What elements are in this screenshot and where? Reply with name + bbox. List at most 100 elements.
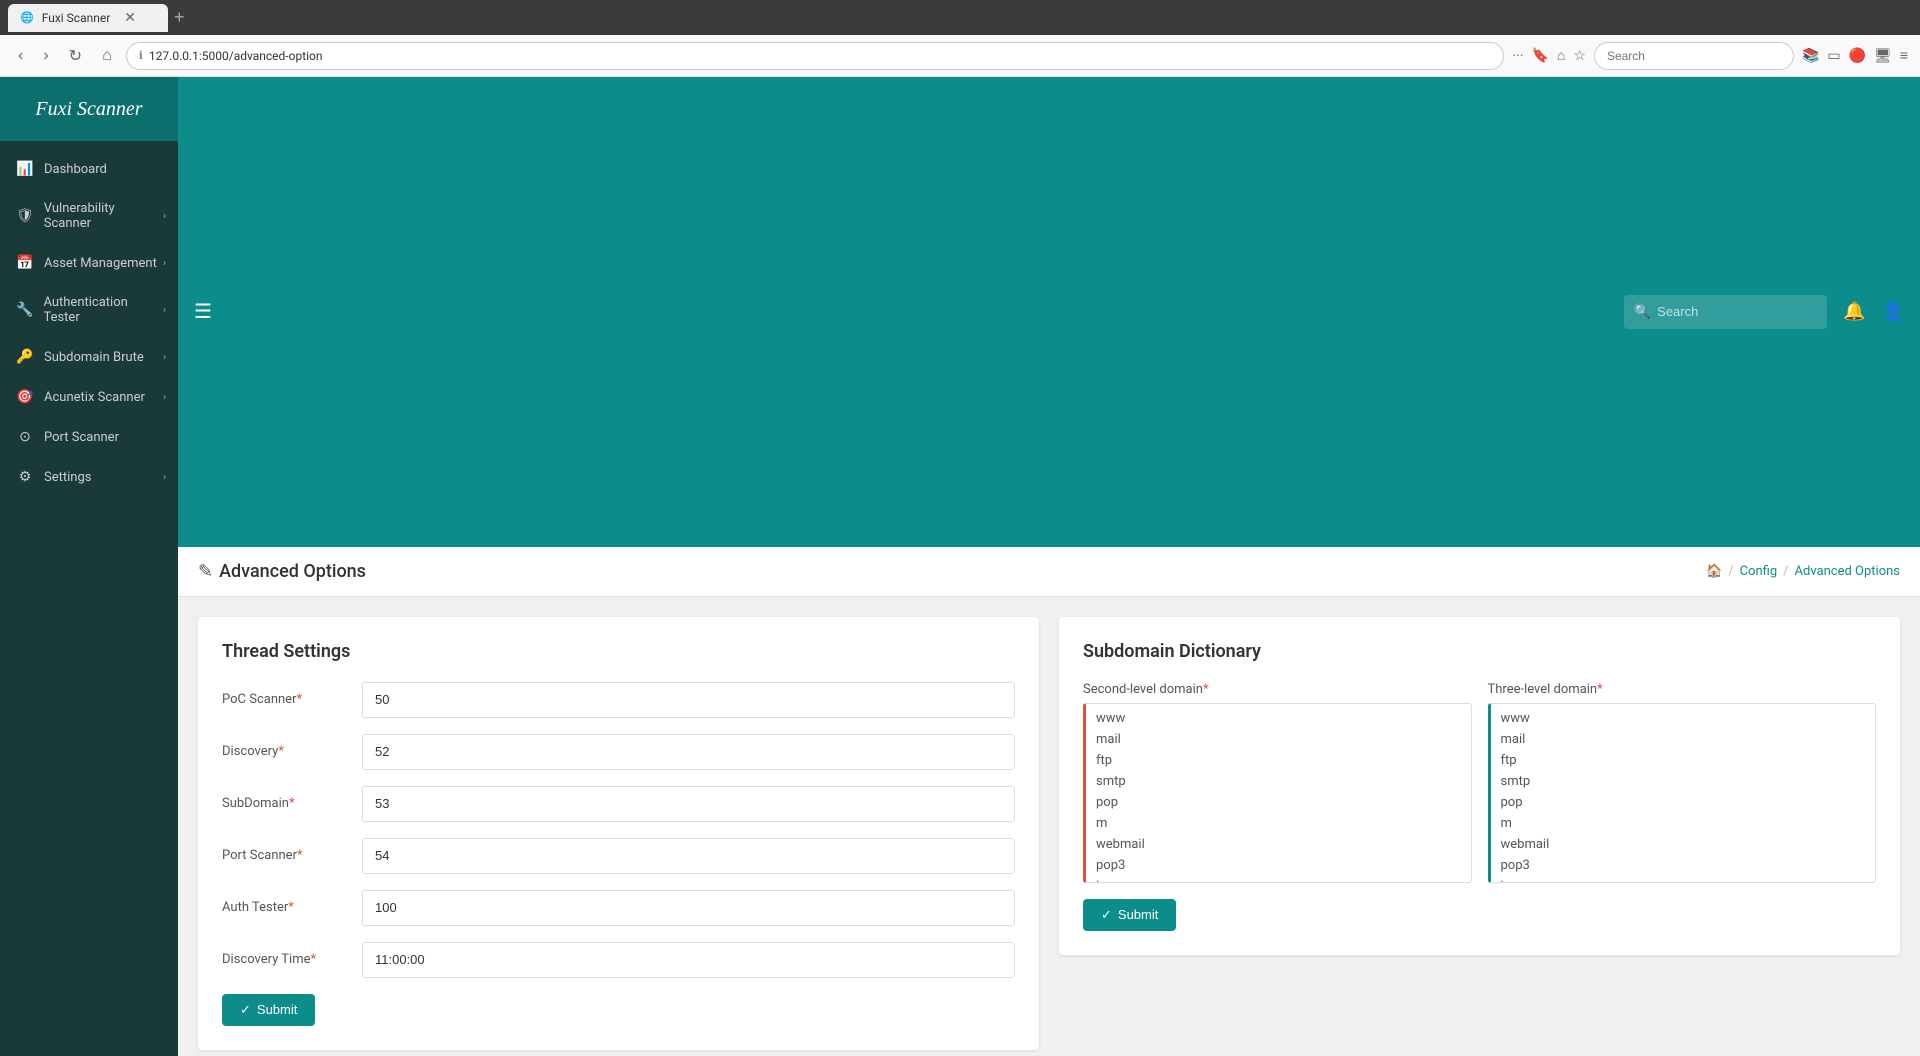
list-item[interactable]: ftp	[1086, 750, 1471, 771]
sidebar-label-settings: Settings	[44, 470, 91, 485]
submit-button-1[interactable]: ✓ Submit	[222, 994, 315, 1026]
subdomain-card-title: Subdomain Dictionary	[1083, 641, 1876, 662]
notification-button[interactable]: 🔔	[1843, 301, 1865, 322]
breadcrumb-config[interactable]: Config	[1740, 564, 1778, 579]
new-tab-button[interactable]: +	[174, 7, 185, 28]
refresh-button[interactable]: ↻	[63, 42, 88, 70]
user-button[interactable]: 👤	[1882, 301, 1904, 322]
input-discovery-time[interactable]	[362, 942, 1015, 978]
input-discovery[interactable]	[362, 734, 1015, 770]
form-group-poc: PoC Scanner*	[222, 682, 1015, 718]
input-port-scanner[interactable]	[362, 838, 1015, 874]
page-title-text: Advanced Options	[219, 561, 366, 582]
addon-icon[interactable]: 🔴	[1849, 48, 1866, 64]
list-item[interactable]: mail	[1086, 729, 1471, 750]
main-content: ✎ Advanced Options 🏠 / Config / Advanced…	[178, 547, 1920, 1056]
sidebar-item-subdomain-brute[interactable]: 🔑 Subdomain Brute ›	[0, 337, 178, 377]
submit-button-subdomain[interactable]: ✓ Submit	[1083, 899, 1176, 931]
sidebar-logo: Fuxi Scanner	[35, 98, 142, 121]
list-item[interactable]: imap	[1086, 876, 1471, 883]
sidebar-item-port-scanner[interactable]: ⊙ Port Scanner	[0, 417, 178, 457]
label-port-scanner: Port Scanner*	[222, 848, 362, 863]
list-item[interactable]: www	[1086, 708, 1471, 729]
sidebar-label-subdomain: Subdomain Brute	[44, 350, 144, 365]
breadcrumb: 🏠 / Config / Advanced Options	[1706, 564, 1900, 579]
sidebar-label-acunetix: Acunetix Scanner	[44, 390, 145, 405]
input-auth-tester[interactable]	[362, 890, 1015, 926]
content-left: Thread Settings PoC Scanner* Discovery*	[198, 617, 1039, 1056]
sidebar-item-settings[interactable]: ⚙ Settings ›	[0, 457, 178, 497]
sidebar-item-dashboard[interactable]: 📊 Dashboard	[0, 149, 178, 189]
third-level-title: Three-level domain*	[1488, 682, 1877, 697]
label-auth-tester: Auth Tester*	[222, 900, 362, 915]
subdomain-icon: 🔑	[16, 349, 34, 365]
page-header: ✎ Advanced Options 🏠 / Config / Advanced…	[178, 547, 1920, 597]
second-level-list[interactable]: www mail ftp smtp pop m webmail pop3 ima…	[1083, 703, 1472, 883]
page-title: ✎ Advanced Options	[198, 561, 366, 582]
third-level-list[interactable]: www mail ftp smtp pop m webmail pop3 ima…	[1488, 703, 1877, 883]
navbar-search[interactable]: 🔍	[1624, 295, 1827, 329]
arrow-icon-asset: ›	[163, 258, 166, 269]
submit-icon-1: ✓	[240, 1002, 251, 1018]
second-level-title: Second-level domain*	[1083, 682, 1472, 697]
sidebar-label-vulnerability: Vulnerability Scanner	[44, 201, 162, 231]
library-icon[interactable]: 📚	[1802, 48, 1819, 64]
list-item[interactable]: m	[1086, 813, 1471, 834]
auth-icon: 🔧	[16, 302, 33, 318]
hamburger-button[interactable]: ☰	[194, 299, 212, 324]
list-item[interactable]: pop	[1086, 792, 1471, 813]
tab-close-icon[interactable]: ✕	[124, 10, 136, 26]
input-poc-scanner[interactable]	[362, 682, 1015, 718]
star-icon[interactable]: ☆	[1573, 48, 1586, 64]
breadcrumb-home-icon[interactable]: 🏠	[1706, 564, 1722, 579]
list-item[interactable]: webmail	[1491, 834, 1876, 855]
list-item[interactable]: pop	[1491, 792, 1876, 813]
sidebar-item-vulnerability-scanner[interactable]: 🛡 Vulnerability Scanner ›	[0, 189, 178, 243]
bookmark-icon[interactable]: 🔖	[1531, 48, 1548, 64]
list-item[interactable]: www	[1491, 708, 1876, 729]
form-group-discovery-time: Discovery Time*	[222, 942, 1015, 978]
sidebar-header: Fuxi Scanner	[0, 77, 178, 141]
browser-search-input[interactable]	[1594, 42, 1794, 70]
address-bar[interactable]: ℹ 127.0.0.1:5000/advanced-option	[126, 42, 1505, 70]
back-button[interactable]: ‹	[12, 43, 29, 69]
list-item[interactable]: pop3	[1086, 855, 1471, 876]
input-subdomain[interactable]	[362, 786, 1015, 822]
subdomain-dictionary-card: Subdomain Dictionary Second-level domain…	[1059, 617, 1900, 955]
list-item[interactable]: imap	[1491, 876, 1876, 883]
list-item[interactable]: ftp	[1491, 750, 1876, 771]
asset-icon: 📅	[16, 255, 34, 271]
list-item[interactable]: pop3	[1491, 855, 1876, 876]
navbar-search-input[interactable]	[1657, 304, 1817, 319]
list-item[interactable]: m	[1491, 813, 1876, 834]
nav-dots[interactable]: ···	[1512, 48, 1523, 64]
card-title-1: Thread Settings	[222, 641, 1015, 662]
sidebar-item-authentication-tester[interactable]: 🔧 Authentication Tester ›	[0, 283, 178, 337]
label-poc: PoC Scanner*	[222, 692, 362, 707]
menu-icon[interactable]: ≡	[1900, 47, 1908, 64]
browser-tab[interactable]: 🌐 Fuxi Scanner ✕	[8, 4, 168, 32]
tab-title: Fuxi Scanner	[42, 11, 111, 25]
forward-button[interactable]: ›	[37, 43, 54, 69]
list-item[interactable]: webmail	[1086, 834, 1471, 855]
label-discovery: Discovery*	[222, 744, 362, 759]
sidebar-toggle-icon[interactable]: ▭	[1827, 48, 1840, 64]
list-item[interactable]: smtp	[1086, 771, 1471, 792]
arrow-icon-acunetix: ›	[163, 392, 166, 403]
list-item[interactable]: mail	[1491, 729, 1876, 750]
home-nav-icon[interactable]: ⌂	[1557, 47, 1565, 64]
home-button[interactable]: ⌂	[96, 43, 118, 69]
sidebar-label-dashboard: Dashboard	[44, 162, 107, 177]
submit-icon-subdomain: ✓	[1101, 907, 1112, 923]
screen-icon[interactable]: 🖥	[1874, 48, 1892, 64]
breadcrumb-current: Advanced Options	[1795, 564, 1900, 579]
list-item[interactable]: smtp	[1491, 771, 1876, 792]
sidebar-item-acunetix-scanner[interactable]: 🎯 Acunetix Scanner ›	[0, 377, 178, 417]
sidebar-nav: 📊 Dashboard 🛡 Vulnerability Scanner › 📅 …	[0, 141, 178, 1056]
sidebar-item-asset-management[interactable]: 📅 Asset Management ›	[0, 243, 178, 283]
address-secure-icon: ℹ	[139, 49, 143, 62]
app-container: Fuxi Scanner 📊 Dashboard 🛡 Vulnerability…	[0, 77, 1920, 1056]
top-navbar: ☰ 🔍 🔔 👤	[178, 77, 1920, 547]
page-title-icon: ✎	[198, 561, 213, 582]
navbar-icons: 🔔 👤	[1843, 301, 1904, 322]
